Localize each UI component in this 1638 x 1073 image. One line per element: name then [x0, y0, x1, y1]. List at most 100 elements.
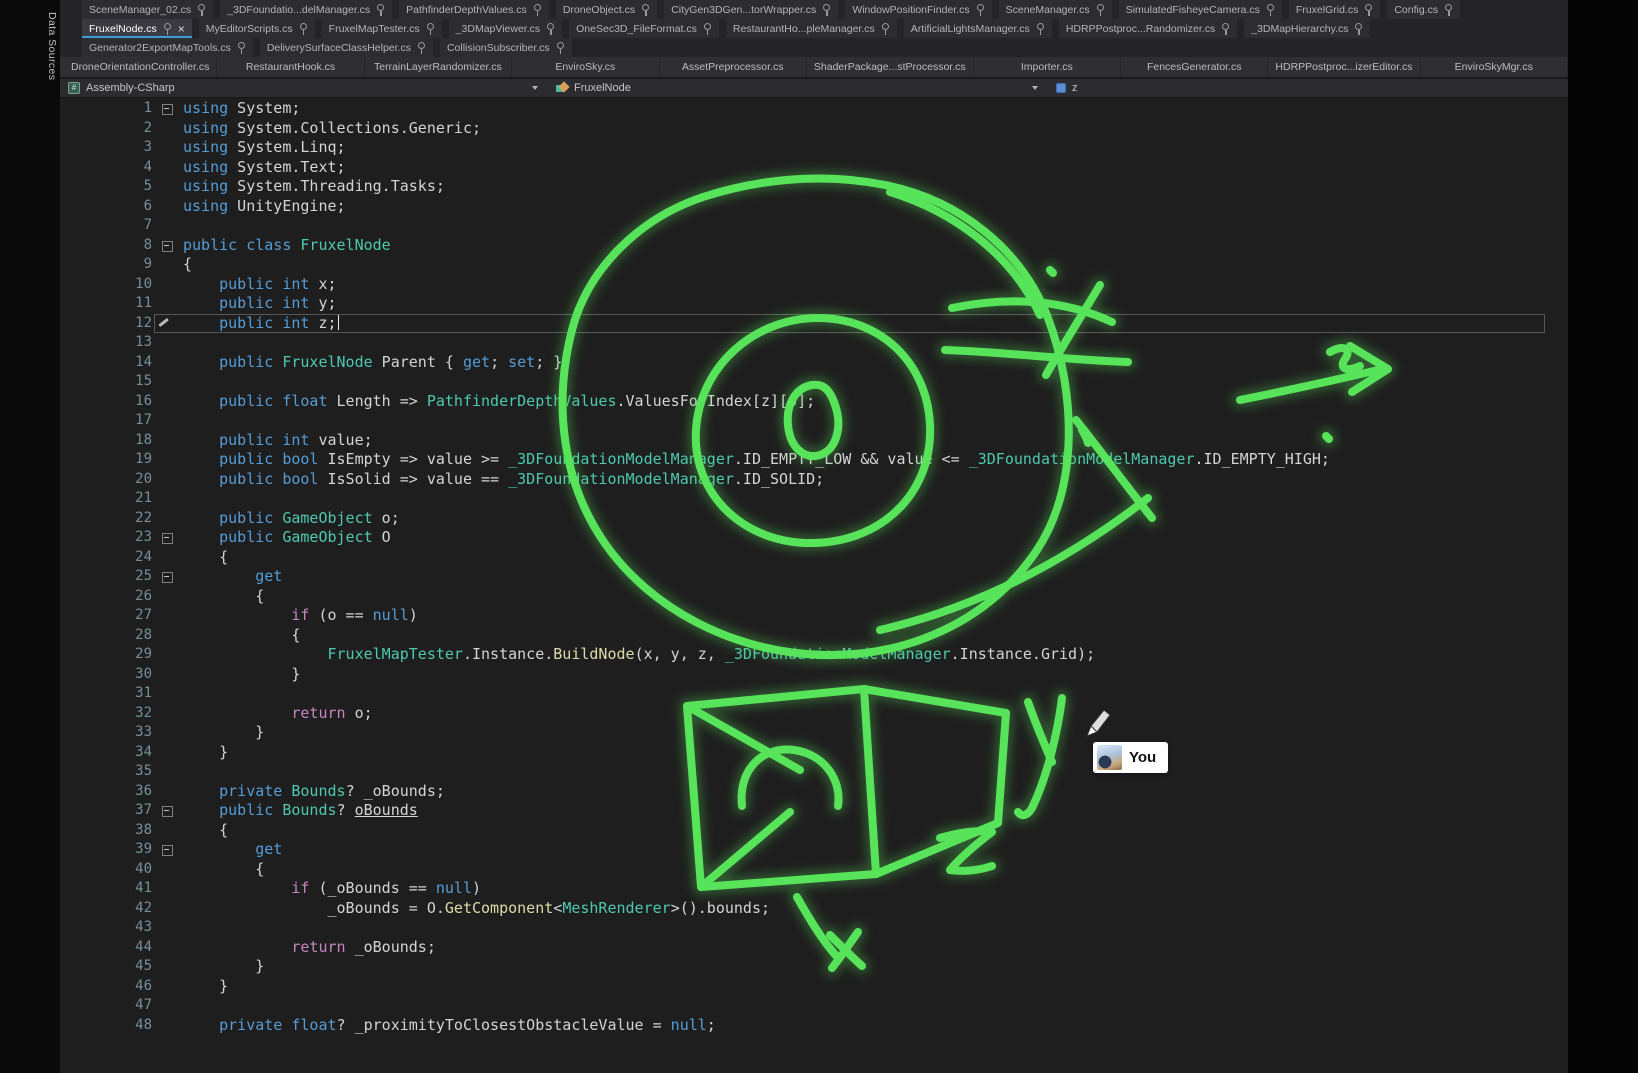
- file-tab-fruxelmaptester-cs[interactable]: FruxelMapTester.cs: [322, 19, 442, 38]
- file-tab-enviroskymgr-cs[interactable]: EnviroSkyMgr.cs: [1421, 57, 1568, 77]
- line-number: 23: [60, 528, 152, 548]
- pin-icon[interactable]: [236, 41, 246, 54]
- line-number: 34: [60, 743, 152, 763]
- pin-icon[interactable]: [975, 3, 985, 16]
- file-tab-envirosky-cs[interactable]: EnviroSky.cs: [512, 57, 659, 77]
- type-dropdown[interactable]: FruxelNode: [548, 79, 1048, 97]
- file-tab-hdrppostproc-izereditor-cs[interactable]: HDRPPostproc...izerEditor.cs: [1268, 57, 1420, 77]
- line-number: 29: [60, 645, 152, 665]
- tab-label: EnviroSkyMgr.cs: [1455, 61, 1533, 73]
- fold-gutter: [152, 782, 183, 802]
- file-tab-restauranthook-cs[interactable]: RestaurantHook.cs: [217, 57, 364, 77]
- pin-icon[interactable]: [416, 41, 426, 54]
- pin-icon[interactable]: [375, 3, 385, 16]
- file-tab--3dmapviewer-cs[interactable]: _3DMapViewer.cs: [449, 19, 562, 38]
- file-tab-fruxelgrid-cs[interactable]: FruxelGrid.cs: [1289, 0, 1380, 19]
- member-name: z: [1072, 82, 1078, 94]
- line-number: 45: [60, 957, 152, 977]
- csharp-project-icon: #: [68, 82, 80, 94]
- pin-icon[interactable]: [1353, 22, 1363, 35]
- data-sources-tab[interactable]: Data Sources: [46, 12, 58, 80]
- code-text: using System;: [183, 99, 1568, 119]
- pin-icon[interactable]: [196, 3, 206, 16]
- file-tab-citygen3dgen-torwrapper-cs[interactable]: CityGen3DGen...torWrapper.cs: [664, 0, 838, 19]
- code-line-29: 29 FruxelMapTester.Instance.BuildNode(x,…: [60, 645, 1568, 665]
- file-tab-generator2exportmaptools-cs[interactable]: Generator2ExportMapTools.cs: [82, 38, 253, 57]
- line-number: 30: [60, 665, 152, 685]
- tab-label: DroneObject.cs: [563, 4, 635, 16]
- code-line-44: 44 return _oBounds;: [60, 938, 1568, 958]
- close-icon[interactable]: ×: [178, 23, 185, 35]
- code-text: {: [183, 587, 1568, 607]
- pin-icon[interactable]: [702, 22, 712, 35]
- pin-icon[interactable]: [640, 3, 650, 16]
- pin-icon[interactable]: [162, 22, 172, 35]
- file-tab-windowpositionfinder-cs[interactable]: WindowPositionFinder.cs: [845, 0, 991, 19]
- tab-label: FencesGenerator.cs: [1147, 61, 1242, 73]
- file-tab--3dmaphierarchy-cs[interactable]: _3DMapHierarchy.cs: [1244, 19, 1370, 38]
- code-line-8: 8public class FruxelNode: [60, 236, 1568, 256]
- pin-icon[interactable]: [532, 3, 542, 16]
- pin-icon[interactable]: [1443, 3, 1453, 16]
- file-tab-onesec3d-fileformat-cs[interactable]: OneSec3D_FileFormat.cs: [569, 19, 719, 38]
- file-tab-deliverysurfaceclasshelper-cs[interactable]: DeliverySurfaceClassHelper.cs: [260, 38, 433, 57]
- file-tab-terrainlayerrandomizer-cs[interactable]: TerrainLayerRandomizer.cs: [365, 57, 512, 77]
- file-tab-simulatedfisheyecamera-cs[interactable]: SimulatedFisheyeCamera.cs: [1119, 0, 1282, 19]
- pin-icon[interactable]: [298, 22, 308, 35]
- fold-marker[interactable]: [152, 801, 183, 821]
- fold-marker[interactable]: [152, 840, 183, 860]
- code-line-41: 41 if (_oBounds == null): [60, 879, 1568, 899]
- code-line-43: 43: [60, 918, 1568, 938]
- pin-icon[interactable]: [1220, 22, 1230, 35]
- fold-gutter: [152, 821, 183, 841]
- line-number: 26: [60, 587, 152, 607]
- fold-marker[interactable]: [152, 567, 183, 587]
- code-text: [183, 216, 1568, 236]
- file-tab-scenemanager-02-cs[interactable]: SceneManager_02.cs: [82, 0, 213, 19]
- pin-icon[interactable]: [425, 22, 435, 35]
- file-tab--3dfoundatio-delmanager-cs[interactable]: _3DFoundatio...delManager.cs: [220, 0, 392, 19]
- code-line-34: 34 }: [60, 743, 1568, 763]
- code-editor[interactable]: 1using System;2using System.Collections.…: [60, 98, 1568, 1073]
- file-tab-config-cs[interactable]: Config.cs: [1387, 0, 1460, 19]
- pin-icon[interactable]: [1363, 3, 1373, 16]
- pin-icon[interactable]: [555, 41, 565, 54]
- file-tab-artificiallightsmanager-cs[interactable]: ArtificialLightsManager.cs: [904, 19, 1052, 38]
- file-tab-fruxelnode-cs[interactable]: FruxelNode.cs×: [82, 19, 192, 38]
- fold-marker[interactable]: [152, 99, 183, 119]
- file-tab-droneobject-cs[interactable]: DroneObject.cs: [556, 0, 657, 19]
- pin-icon[interactable]: [1035, 22, 1045, 35]
- file-tab-importer-cs[interactable]: Importer.cs: [974, 57, 1121, 77]
- file-tab-myeditorscripts-cs[interactable]: MyEditorScripts.cs: [199, 19, 315, 38]
- fold-gutter: [152, 996, 183, 1016]
- file-tab-hdrppostproc-randomizer-cs[interactable]: HDRPPostproc...Randomizer.cs: [1059, 19, 1237, 38]
- line-number: 16: [60, 392, 152, 412]
- left-rail: Data Sources: [0, 0, 60, 1073]
- fold-marker[interactable]: [152, 528, 183, 548]
- pin-icon[interactable]: [1095, 3, 1105, 16]
- code-text: {: [183, 548, 1568, 568]
- pin-icon[interactable]: [545, 22, 555, 35]
- pin-icon[interactable]: [821, 3, 831, 16]
- pin-icon[interactable]: [1265, 3, 1275, 16]
- member-dropdown[interactable]: z: [1048, 79, 1568, 97]
- code-text: private Bounds? _oBounds;: [183, 782, 1568, 802]
- file-tab-restaurantho-plemanager-cs[interactable]: RestaurantHo...pleManager.cs: [726, 19, 897, 38]
- file-tab-collisionsubscriber-cs[interactable]: CollisionSubscriber.cs: [440, 38, 572, 57]
- tab-label: DroneOrientationController.cs: [71, 61, 209, 73]
- fold-marker[interactable]: [152, 236, 183, 256]
- file-tab-scenemanager-cs[interactable]: SceneManager.cs: [999, 0, 1112, 19]
- file-tab-droneorientationcontroller-cs[interactable]: DroneOrientationController.cs: [64, 57, 217, 77]
- tab-row-4: DroneOrientationController.cs RestaurantH…: [60, 57, 1568, 78]
- project-dropdown[interactable]: # Assembly-CSharp: [60, 79, 548, 97]
- code-text: [183, 372, 1568, 392]
- file-tab-fencesgenerator-cs[interactable]: FencesGenerator.cs: [1121, 57, 1268, 77]
- pin-icon[interactable]: [880, 22, 890, 35]
- tab-label: _3DFoundatio...delManager.cs: [227, 4, 370, 16]
- file-tab-shaderpackage-stprocessor-cs[interactable]: ShaderPackage...stProcessor.cs: [807, 57, 974, 77]
- fold-gutter: [152, 470, 183, 490]
- file-tab-assetpreprocessor-cs[interactable]: AssetPreprocessor.cs: [660, 57, 807, 77]
- fold-gutter: [152, 431, 183, 451]
- line-number: 21: [60, 489, 152, 509]
- file-tab-pathfinderdepthvalues-cs[interactable]: PathfinderDepthValues.cs: [399, 0, 549, 19]
